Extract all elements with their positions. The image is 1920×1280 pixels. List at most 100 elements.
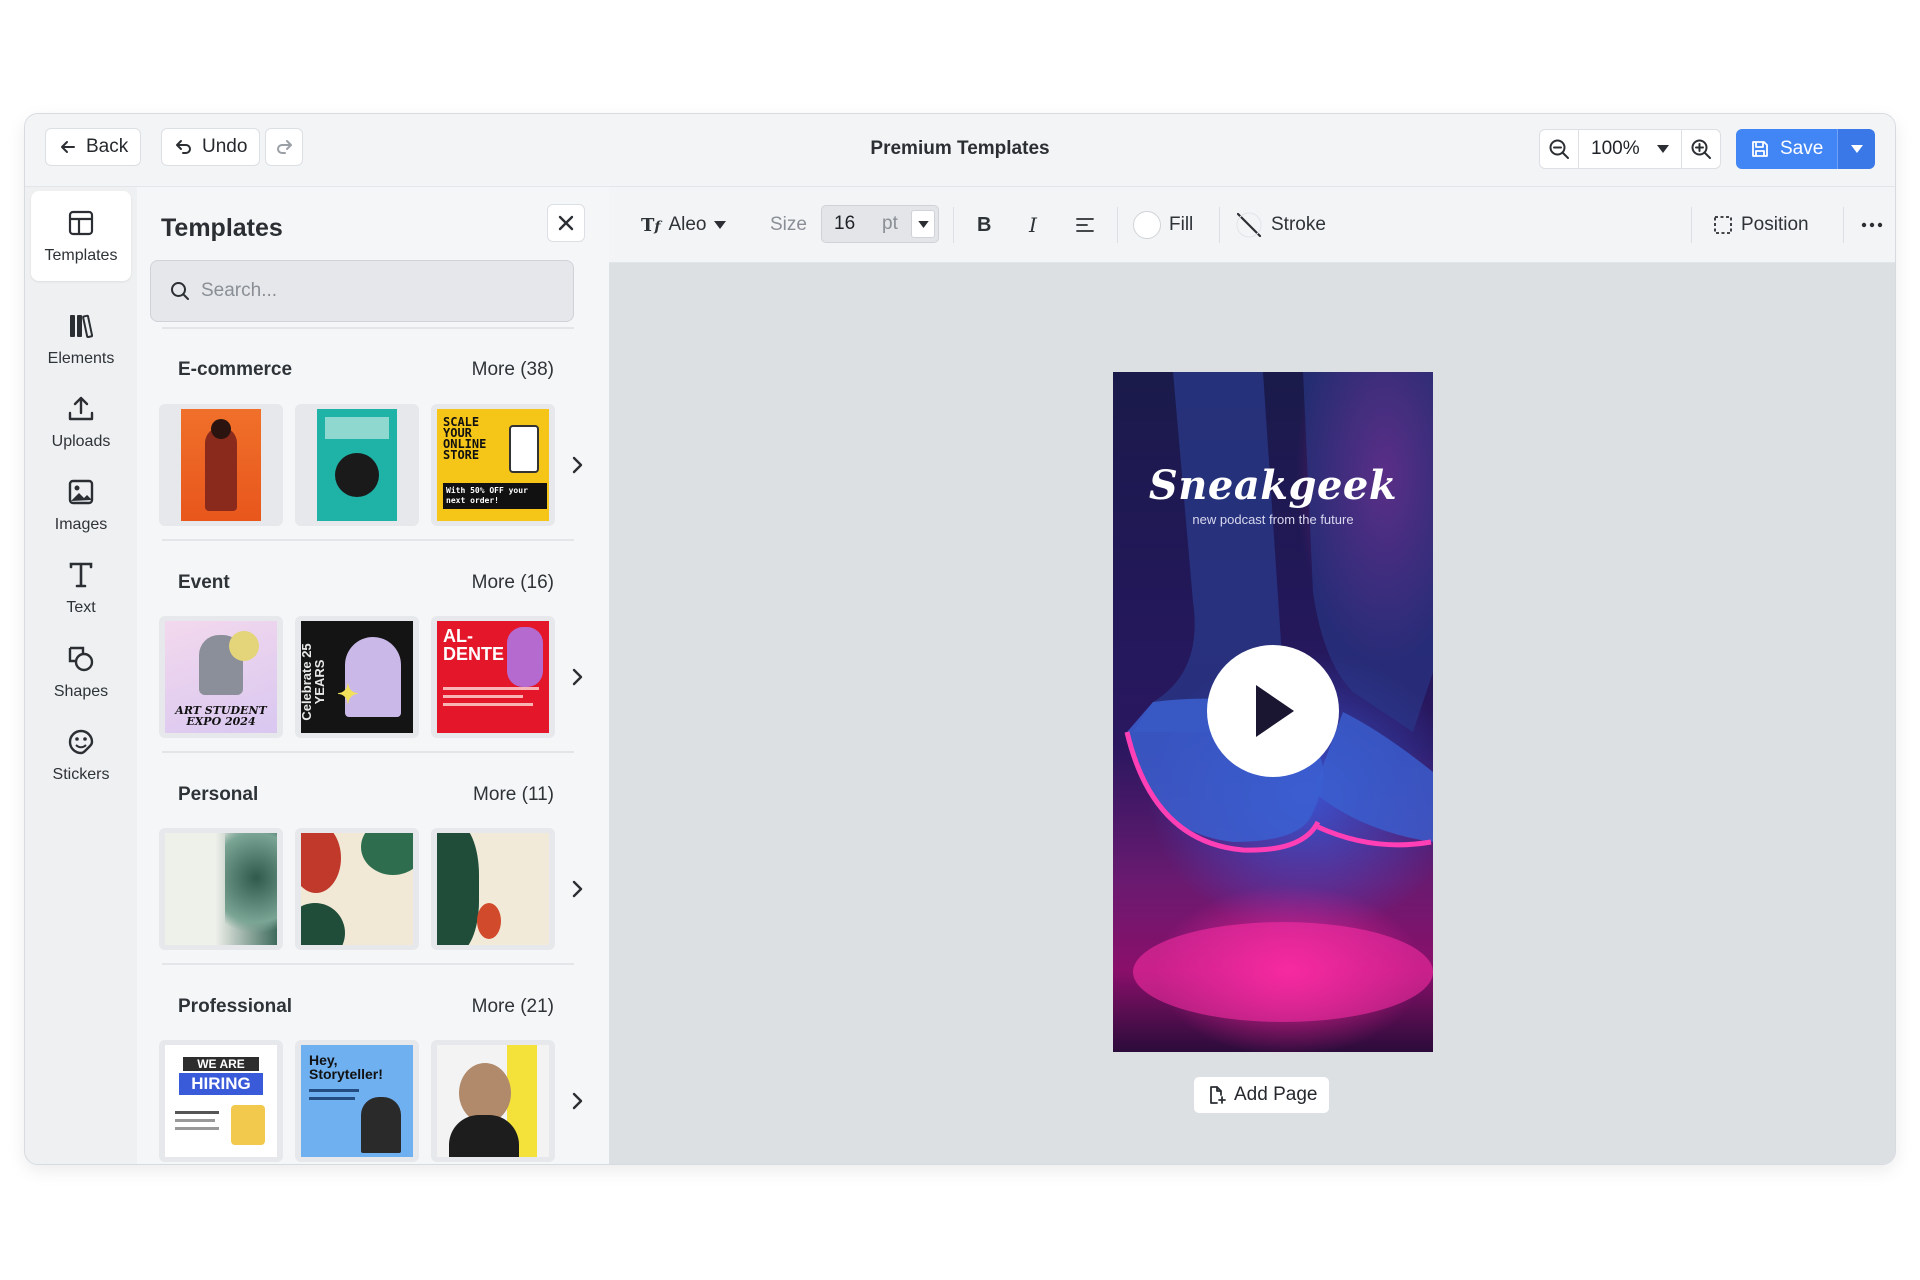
rail-label: Stickers (52, 766, 110, 783)
thumbnail-art: SCALE YOUR ONLINE STORE With 50% OFF you… (437, 409, 549, 521)
position-icon (1714, 216, 1732, 234)
elements-icon (70, 314, 94, 338)
rail-item-stickers[interactable]: Stickers (31, 710, 131, 800)
font-icon: Tf (641, 214, 661, 236)
template-thumbnail[interactable]: ART STUDENT EXPO 2024 (159, 616, 283, 738)
template-thumbnail[interactable]: SCALE YOUR ONLINE STORE With 50% OFF you… (431, 404, 555, 526)
italic-button[interactable]: I (1029, 205, 1037, 245)
template-thumbnail[interactable]: AL- DENTE (431, 616, 555, 738)
close-panel-button[interactable] (547, 204, 585, 242)
chevron-right-icon (572, 456, 583, 474)
more-link[interactable]: More (21) (472, 996, 554, 1018)
search-input[interactable] (201, 280, 541, 302)
play-icon (1256, 685, 1294, 737)
thumbnail-art: ART STUDENT EXPO 2024 (165, 621, 277, 733)
template-thumbnail[interactable] (295, 828, 419, 950)
zoom-select[interactable]: 100% (1578, 130, 1682, 168)
next-arrow-button[interactable] (567, 873, 589, 905)
template-thumbnail[interactable] (295, 404, 419, 526)
template-row-ecommerce: SCALE YOUR ONLINE STORE With 50% OFF you… (159, 404, 589, 526)
rail-item-elements[interactable]: Elements (31, 294, 131, 384)
template-thumbnail[interactable]: WE ARE HIRING (159, 1040, 283, 1162)
template-thumbnail[interactable]: Celebrate 25 YEARS ✦ (295, 616, 419, 738)
rail-label: Templates (44, 247, 118, 264)
chevron-right-icon (572, 1092, 583, 1110)
rail-item-uploads[interactable]: Uploads (31, 377, 131, 467)
save-group: Save (1736, 129, 1876, 169)
position-button[interactable]: Position (1713, 205, 1809, 245)
more-link[interactable]: More (38) (472, 359, 554, 381)
shapes-icon (68, 646, 94, 672)
bold-button[interactable]: B (977, 205, 991, 245)
align-button[interactable] (1075, 205, 1095, 245)
thumbnail-art (317, 409, 397, 521)
editor-window: Back Undo Premium Templates 100% Save Te… (24, 113, 1896, 1165)
play-button[interactable] (1207, 645, 1339, 777)
thumbnail-text: Hey, Storyteller! (309, 1052, 383, 1082)
zoom-in-button[interactable] (1682, 130, 1720, 168)
zoom-out-icon (1549, 139, 1569, 159)
zoom-in-icon (1691, 139, 1711, 159)
rail-item-text[interactable]: Text (31, 543, 131, 633)
top-bar: Back Undo Premium Templates 100% Save (25, 114, 1895, 187)
design-title[interactable]: Sneakgeek (1113, 462, 1433, 509)
caret-down-icon (1850, 145, 1863, 153)
category-title: E-commerce (178, 359, 293, 380)
back-button[interactable]: Back (45, 128, 142, 166)
format-toolbar: Tf Aleo Size 16 pt B I Fill Stroke Posit… (609, 187, 1895, 263)
more-options-button[interactable] (1861, 205, 1883, 245)
template-thumbnail[interactable] (431, 828, 555, 950)
more-link[interactable]: More (16) (472, 572, 554, 594)
font-select[interactable]: Tf Aleo (641, 205, 727, 245)
stroke-label: Stroke (1271, 214, 1326, 235)
divider (162, 327, 574, 329)
redo-button[interactable] (265, 128, 303, 166)
add-page-button[interactable]: Add Page (1193, 1076, 1331, 1114)
template-row-personal (159, 828, 589, 950)
canvas-area: Sneakgeek new podcast from the future Ad… (609, 263, 1895, 1164)
bold-icon: B (977, 213, 992, 236)
design-subtitle[interactable]: new podcast from the future (1113, 512, 1433, 527)
rail-label: Uploads (51, 433, 111, 450)
thumbnail-text: Celebrate 25 YEARS (301, 643, 327, 721)
zoom-control: 100% (1539, 129, 1721, 169)
font-size-dropdown[interactable] (911, 210, 935, 238)
save-button[interactable]: Save (1736, 129, 1838, 169)
next-arrow-button[interactable] (567, 1085, 589, 1117)
thumbnail-text: ART STUDENT EXPO 2024 (175, 704, 267, 728)
font-name: Aleo (668, 214, 707, 235)
rail-item-images[interactable]: Images (31, 460, 131, 550)
font-size-field[interactable]: 16 pt (821, 205, 939, 243)
save-options-button[interactable] (1837, 129, 1876, 169)
thumbnail-art: Hey, Storyteller! (301, 1045, 413, 1157)
rail-item-shapes[interactable]: Shapes (31, 627, 131, 717)
font-size-unit: pt (882, 213, 898, 234)
fill-button[interactable]: Fill (1133, 205, 1193, 245)
sparkle-icon: ✦ (337, 679, 359, 709)
stroke-button[interactable]: Stroke (1235, 205, 1326, 245)
caret-down-icon (917, 220, 929, 228)
align-left-icon (1076, 218, 1094, 232)
zoom-out-button[interactable] (1540, 130, 1578, 168)
more-link[interactable]: More (11) (473, 784, 554, 806)
thumbnail-art (301, 833, 413, 945)
thumbnail-art: Celebrate 25 YEARS ✦ (301, 621, 413, 733)
panel-title: Templates (161, 214, 283, 242)
template-thumbnail[interactable]: Hey, Storyteller! (295, 1040, 419, 1162)
undo-icon (176, 140, 191, 154)
rail-item-templates[interactable]: Templates (31, 191, 131, 281)
stroke-none-icon (1236, 212, 1262, 238)
template-thumbnail[interactable] (431, 1040, 555, 1162)
divider (162, 751, 574, 753)
back-label: Back (86, 136, 129, 157)
next-arrow-button[interactable] (567, 661, 589, 693)
font-size-value: 16 (834, 213, 856, 234)
template-row-professional: WE ARE HIRING Hey, Storyteller! (159, 1040, 589, 1162)
template-thumbnail[interactable] (159, 404, 283, 526)
next-arrow-button[interactable] (567, 449, 589, 481)
design-page[interactable]: Sneakgeek new podcast from the future (1113, 372, 1433, 1052)
undo-button[interactable]: Undo (161, 128, 261, 166)
template-thumbnail[interactable] (159, 828, 283, 950)
category-title: Personal (178, 784, 259, 805)
image-icon (68, 479, 94, 505)
